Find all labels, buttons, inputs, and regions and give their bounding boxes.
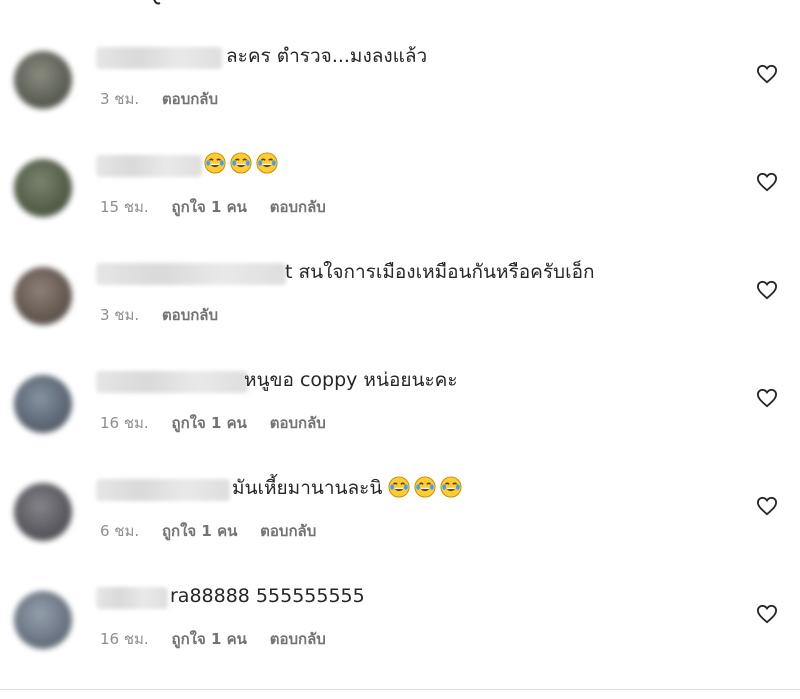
reply-button[interactable]: ตอบกลับ [162, 90, 218, 108]
comment-text: ra88888 555555555 [170, 585, 365, 607]
heart-icon[interactable] [756, 64, 778, 84]
emoji-row [204, 152, 282, 175]
divider [0, 689, 800, 690]
face-with-tears-of-joy-icon [256, 152, 278, 174]
username-blurred[interactable] [96, 263, 286, 285]
comment-item: t สนใจการเมืองเหมือนกันหรือครับเอ็ก 3 ชม… [0, 254, 800, 354]
comment-text: ละคร ตำรวจ...มงลงแล้ว [226, 45, 428, 67]
reply-button[interactable]: ตอบกลับ [162, 306, 218, 324]
avatar[interactable] [14, 483, 72, 541]
comment-item: หนูขอ coppy หน่อยนะคะ 16 ชม. ถูกใจ 1 คน … [0, 362, 800, 462]
username-blurred[interactable] [96, 155, 202, 177]
comment-meta: 15 ชม. ถูกใจ 1 คน ตอบกลับ [100, 195, 344, 219]
comment-text-content: หนูขอ coppy หน่อยนะคะ [244, 369, 458, 391]
heart-icon[interactable] [756, 280, 778, 300]
face-with-tears-of-joy-icon [440, 476, 462, 498]
comment-time: 3 ชม. [100, 306, 140, 324]
reply-button[interactable]: ตอบกลับ [270, 414, 326, 432]
comment-item: ra88888 555555555 16 ชม. ถูกใจ 1 คน ตอบก… [0, 578, 800, 678]
comment-meta: 16 ชม. ถูกใจ 1 คน ตอบกลับ [100, 627, 344, 651]
username-blurred[interactable] [96, 479, 230, 501]
comment-text: มันเหี้ยมานานละนิ [232, 475, 466, 501]
username-blurred[interactable] [96, 47, 222, 69]
comment-text: t สนใจการเมืองเหมือนกันหรือครับเอ็ก [285, 261, 595, 283]
avatar[interactable] [14, 159, 72, 217]
reply-button[interactable]: ตอบกลับ [270, 198, 326, 216]
comment-meta: 3 ชม. ตอบกลับ [100, 303, 236, 327]
avatar[interactable] [14, 591, 72, 649]
comment-meta: 3 ชม. ตอบกลับ [100, 87, 236, 111]
comment-item: 15 ชม. ถูกใจ 1 คน ตอบกลับ [0, 146, 800, 246]
heart-icon[interactable] [756, 496, 778, 516]
comment-text-content: มันเหี้ยมานานละนิ [232, 477, 383, 499]
comment-item: ละคร ตำรวจ...มงลงแล้ว 3 ชม. ตอบกลับ [0, 38, 800, 138]
likes-count[interactable]: ถูกใจ 1 คน [171, 630, 246, 648]
emoji-row [382, 476, 466, 499]
likes-count[interactable]: ถูกใจ 1 คน [162, 522, 237, 540]
likes-count[interactable]: ถูกใจ 1 คน [171, 414, 246, 432]
comment-time: 15 ชม. [100, 198, 149, 216]
comment-meta: 16 ชม. ถูกใจ 1 คน ตอบกลับ [100, 411, 344, 435]
avatar[interactable] [14, 51, 72, 109]
comment-time: 3 ชม. [100, 90, 140, 108]
heart-icon[interactable] [756, 388, 778, 408]
reply-button[interactable]: ตอบกลับ [260, 522, 316, 540]
comment-text: หนูขอ coppy หน่อยนะคะ [244, 367, 458, 393]
comment-text [204, 151, 282, 177]
face-with-tears-of-joy-icon [204, 152, 226, 174]
heart-icon[interactable] [756, 172, 778, 192]
face-with-tears-of-joy-icon [388, 476, 410, 498]
comment-time: 16 ชม. [100, 414, 149, 432]
face-with-tears-of-joy-icon [230, 152, 252, 174]
username-blurred[interactable] [96, 587, 168, 609]
face-with-tears-of-joy-icon [414, 476, 436, 498]
comment-item: มันเหี้ยมานานละนิ 6 ชม. ถูกใจ 1 คน ตอบกล… [0, 470, 800, 570]
likes-count[interactable]: ถูกใจ 1 คน [171, 198, 246, 216]
avatar[interactable] [14, 267, 72, 325]
avatar[interactable] [14, 375, 72, 433]
comment-meta: 6 ชม. ถูกใจ 1 คน ตอบกลับ [100, 519, 334, 543]
heart-icon[interactable] [756, 604, 778, 624]
username-blurred[interactable] [96, 371, 248, 393]
previous-comment-remnant [150, 0, 196, 5]
comment-time: 16 ชม. [100, 630, 149, 648]
comment-time: 6 ชม. [100, 522, 140, 540]
reply-button[interactable]: ตอบกลับ [270, 630, 326, 648]
